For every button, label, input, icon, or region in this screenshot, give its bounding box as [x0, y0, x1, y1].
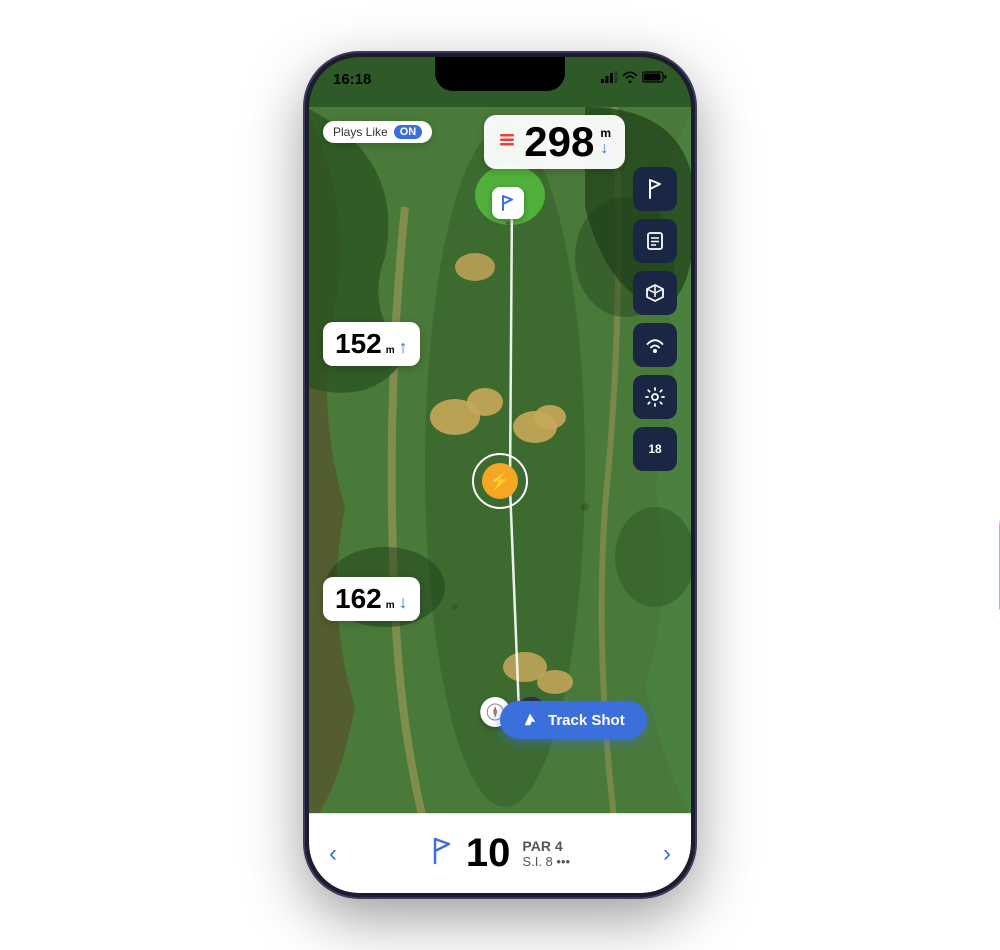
hole-si-dots: •••: [556, 854, 570, 869]
hole-number: 10: [466, 831, 511, 876]
back-distance-value: 162: [335, 583, 382, 615]
plays-like-label: Plays Like: [333, 125, 388, 139]
toolbar: 18: [633, 167, 677, 471]
settings-button[interactable]: [633, 375, 677, 419]
front-distance-arrow: ↑: [399, 337, 408, 358]
hole-par: PAR 4: [522, 838, 570, 854]
hole-si: S.I. 8 •••: [522, 854, 570, 869]
top-pin-marker: [492, 187, 524, 227]
front-distance-unit: m: [386, 345, 395, 356]
position-inner-circle: ⚡: [482, 463, 518, 499]
distance-to-pin-front: 152 m ↑: [323, 322, 420, 366]
map-area[interactable]: Plays Like ON 298: [309, 107, 691, 827]
phone-shell: 16:18: [305, 53, 695, 897]
distance-display: 298 m ↓: [484, 115, 625, 169]
hole-info: 10 PAR 4 S.I. 8 •••: [430, 831, 570, 876]
distance-layers-icon: [498, 131, 516, 154]
hand-cursor: [970, 459, 1000, 624]
next-hole-button[interactable]: ›: [663, 840, 671, 868]
bottom-nav: ‹ 10 PAR 4 S.I. 8 •••: [309, 813, 691, 893]
3d-button[interactable]: [633, 271, 677, 315]
scorecard-button[interactable]: [633, 219, 677, 263]
front-distance-value: 152: [335, 328, 382, 360]
notch: [435, 57, 565, 91]
plays-like-badge[interactable]: Plays Like ON: [323, 121, 432, 143]
status-icons: [601, 71, 667, 83]
lightning-icon: ⚡: [489, 471, 511, 492]
scene: 16:18: [0, 0, 1000, 950]
signal-icon: [601, 71, 618, 83]
hole-number-badge: 18: [648, 442, 661, 456]
track-shot-label: Track Shot: [548, 712, 625, 729]
pin-dot: [506, 221, 510, 225]
status-time: 16:18: [333, 71, 371, 88]
hole-si-text: S.I. 8: [522, 854, 552, 869]
track-shot-button[interactable]: Track Shot: [500, 701, 647, 739]
distance-value: 298: [524, 121, 594, 163]
track-shot-icon: [522, 711, 540, 729]
wifi-button[interactable]: [633, 323, 677, 367]
current-position-marker: ⚡: [472, 453, 528, 509]
prev-hole-button[interactable]: ‹: [329, 840, 337, 868]
flag-button[interactable]: [633, 167, 677, 211]
distance-to-pin-back: 162 m ↓: [323, 577, 420, 621]
phone-inner: 16:18: [309, 57, 691, 893]
battery-icon: [642, 71, 667, 83]
hole-flag-icon: [430, 837, 454, 871]
distance-down-arrow: ↓: [600, 140, 608, 158]
plays-like-status: ON: [394, 125, 423, 139]
distance-unit: m: [600, 126, 611, 140]
position-outer-ring: ⚡: [472, 453, 528, 509]
back-distance-arrow: ↓: [399, 592, 408, 613]
top-pin-icon: [492, 187, 524, 219]
back-distance-unit: m: [386, 600, 395, 611]
wifi-icon: [622, 71, 638, 83]
hole-18-button[interactable]: 18: [633, 427, 677, 471]
hole-details: PAR 4 S.I. 8 •••: [522, 838, 570, 869]
screen: 16:18: [309, 57, 691, 893]
